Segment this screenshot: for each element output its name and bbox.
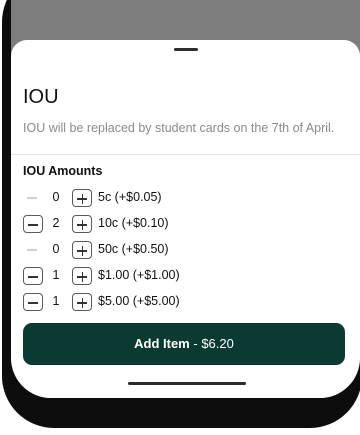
decrement-button[interactable] — [23, 189, 43, 207]
amount-row: 0 5c (+$0.05) — [23, 188, 323, 208]
amount-row: 2 10c (+$0.10) — [23, 214, 323, 234]
add-item-separator: - — [189, 336, 202, 351]
amount-label: 10c (+$0.10) — [98, 216, 169, 230]
sheet-grabber[interactable] — [174, 48, 198, 51]
amount-label: $5.00 (+$5.00) — [98, 294, 180, 308]
increment-button[interactable] — [72, 293, 92, 311]
amount-row: 1 $1.00 (+$1.00) — [23, 266, 323, 286]
amount-row: 1 $5.00 (+$5.00) — [23, 292, 323, 312]
add-item-button[interactable]: Add Item - $6.20 — [23, 323, 345, 365]
phone-frame: IOU IOU will be replaced by student card… — [2, 0, 360, 428]
amount-label: 5c (+$0.05) — [98, 190, 162, 204]
decrement-button[interactable] — [23, 215, 43, 233]
quantity-value: 1 — [52, 294, 60, 308]
bottom-sheet: IOU IOU will be replaced by student card… — [11, 40, 360, 398]
decrement-button[interactable] — [23, 241, 43, 259]
amounts-heading: IOU Amounts — [23, 164, 103, 178]
sheet-description: IOU will be replaced by student cards on… — [23, 121, 335, 135]
sheet-title: IOU — [23, 86, 59, 108]
quantity-value: 2 — [52, 216, 60, 230]
minus-icon — [27, 197, 37, 199]
phone-screen: IOU IOU will be replaced by student card… — [11, 0, 360, 398]
decrement-button[interactable] — [23, 267, 43, 285]
amount-label: $1.00 (+$1.00) — [98, 268, 180, 282]
add-item-label: Add Item — [134, 336, 190, 351]
divider — [11, 154, 360, 155]
quantity-value: 1 — [52, 268, 60, 282]
quantity-value: 0 — [52, 242, 60, 256]
add-item-total: $6.20 — [201, 336, 234, 351]
minus-icon — [28, 276, 38, 278]
minus-icon — [27, 249, 37, 251]
increment-button[interactable] — [72, 267, 92, 285]
increment-button[interactable] — [72, 189, 92, 207]
amount-row: 0 50c (+$0.50) — [23, 240, 323, 260]
increment-button[interactable] — [72, 215, 92, 233]
amount-label: 50c (+$0.50) — [98, 242, 169, 256]
minus-icon — [28, 224, 38, 226]
page: IOU IOU will be replaced by student card… — [0, 0, 360, 435]
decrement-button[interactable] — [23, 293, 43, 311]
home-indicator[interactable] — [128, 382, 246, 385]
increment-button[interactable] — [72, 241, 92, 259]
minus-icon — [28, 302, 38, 304]
quantity-value: 0 — [52, 190, 60, 204]
